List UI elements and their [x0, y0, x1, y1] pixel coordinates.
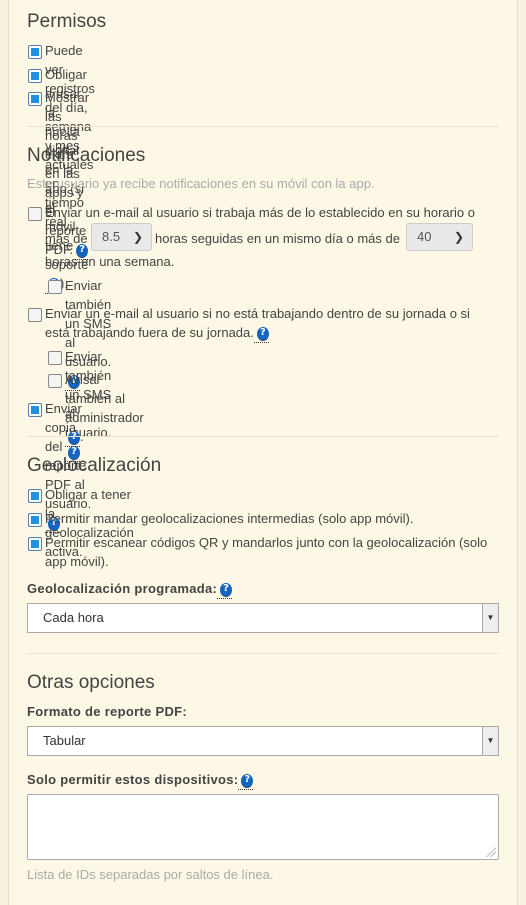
- question-circle-icon[interactable]: ?: [241, 773, 254, 788]
- pdf-copy-checkbox[interactable]: [28, 403, 42, 417]
- dropdown-arrow-icon[interactable]: ▼: [482, 727, 498, 755]
- perm-fingerprint-checkbox[interactable]: [28, 69, 42, 83]
- help-link[interactable]: ?: [217, 581, 233, 599]
- devices-label: Solo permitir estos dispositivos:: [27, 772, 239, 787]
- notif-exceed-line1: Enviar un e-mail al usuario si trabaja m…: [45, 205, 475, 220]
- geo-scheduled-label: Geolocalización programada:: [27, 581, 218, 596]
- geo-qr-label: Permitir escanear códigos QR y mandarlos…: [45, 535, 488, 550]
- divider: [27, 653, 499, 654]
- sms-exceed-checkbox[interactable]: [48, 280, 62, 294]
- sms-outside-checkbox[interactable]: [48, 351, 62, 365]
- hours-day-value: 8.5: [102, 229, 121, 244]
- geo-active-checkbox[interactable]: [28, 489, 42, 503]
- settings-panel: Permisos Puede ver registros del día, se…: [8, 0, 518, 905]
- hours-day-select[interactable]: 8.5 ❯: [91, 223, 152, 251]
- admin-notify-checkbox[interactable]: [48, 374, 62, 388]
- notif-outside-line1: Enviar un e-mail al usuario si no está t…: [45, 306, 470, 321]
- devices-hint: Lista de IDs separadas por saltos de lín…: [27, 867, 274, 882]
- perm-overtime-checkbox[interactable]: [28, 92, 42, 106]
- geo-scheduled-select[interactable]: Cada hora ▼: [27, 603, 499, 633]
- divider: [27, 126, 499, 127]
- question-circle-icon[interactable]: ?: [256, 326, 269, 341]
- notif-exceed-pre: más de: [45, 231, 88, 246]
- devices-textarea[interactable]: [27, 794, 499, 860]
- devices-label-row: Solo permitir estos dispositivos:?: [27, 772, 254, 790]
- hours-week-select[interactable]: 40 ❯: [406, 223, 473, 251]
- notif-outside-line2-row: está trabajando fuera de su jornada.?: [45, 323, 269, 343]
- notif-exceed-checkbox[interactable]: [28, 207, 42, 221]
- notificaciones-subtitle: Este usuario ya recibe notificaciones en…: [27, 176, 375, 191]
- hours-week-value: 40: [417, 229, 432, 244]
- section-title-permisos: Permisos: [27, 11, 107, 32]
- help-link[interactable]: ?: [238, 772, 254, 790]
- format-label: Formato de reporte PDF:: [27, 704, 188, 719]
- chevron-down-icon: ❯: [453, 230, 464, 244]
- geo-scheduled-label-row: Geolocalización programada:?: [27, 581, 233, 599]
- notif-outside-checkbox[interactable]: [28, 308, 42, 322]
- section-title-geolocalizacion: Geolocalización: [27, 455, 162, 476]
- section-title-notificaciones: Notificaciones: [27, 145, 146, 166]
- help-link[interactable]: ?: [253, 325, 269, 343]
- question-circle-icon[interactable]: ?: [220, 582, 233, 597]
- section-title-otras: Otras opciones: [27, 672, 155, 693]
- geo-qr-checkbox[interactable]: [28, 537, 42, 551]
- dropdown-arrow-icon[interactable]: ▼: [482, 604, 498, 632]
- format-select[interactable]: Tabular ▼: [27, 726, 499, 756]
- divider: [27, 436, 499, 437]
- format-value: Tabular: [43, 733, 86, 748]
- geo-intermediate-checkbox[interactable]: [28, 513, 42, 527]
- geo-intermediate-label: Permitir mandar geolocalizaciones interm…: [45, 511, 414, 526]
- geo-qr-label2: app móvil).: [45, 554, 109, 569]
- notif-exceed-mid: horas seguidas en un mismo día o más de: [155, 231, 400, 246]
- perm-realtime-checkbox[interactable]: [28, 45, 42, 59]
- geo-scheduled-value: Cada hora: [43, 610, 104, 625]
- notif-exceed-line3: horas en una semana.: [45, 254, 175, 269]
- notif-outside-line2: está trabajando fuera de su jornada.: [45, 325, 254, 340]
- chevron-down-icon: ❯: [132, 230, 143, 244]
- resize-grip-icon[interactable]: [486, 847, 496, 857]
